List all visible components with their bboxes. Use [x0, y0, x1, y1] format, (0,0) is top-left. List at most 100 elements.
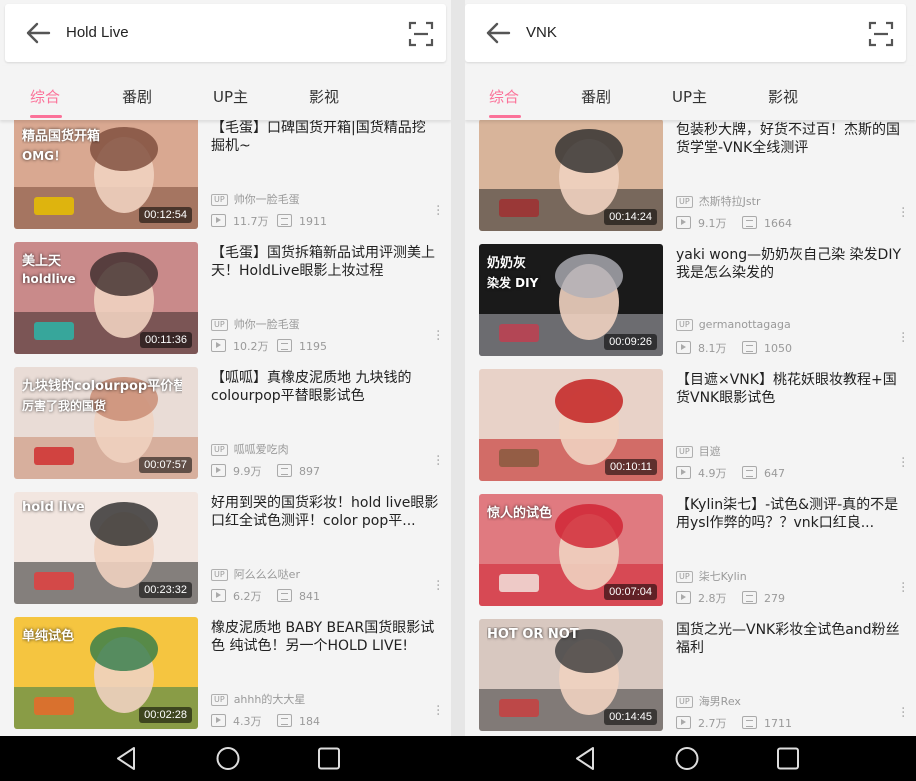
- video-duration: 00:11:36: [139, 332, 192, 348]
- uploader-line[interactable]: UP 帅你一脸毛蛋: [211, 316, 300, 332]
- nav-home-icon[interactable]: [208, 736, 248, 781]
- uploader-name: 呱呱爱吃肉: [233, 443, 289, 456]
- uploader-line[interactable]: UP 阿么么么哒er: [211, 566, 300, 582]
- more-options-icon[interactable]: · · ·: [901, 202, 905, 224]
- video-row[interactable]: 奶奶灰 染发 DIY 00:09:26 yaki wong—奶奶灰自己染 染发DIY我…: [465, 244, 916, 360]
- nav-recents-icon[interactable]: [309, 736, 349, 781]
- video-title[interactable]: 好用到哭的国货彩妆！hold live眼影口红全试色测评！color pop平.…: [211, 494, 439, 530]
- video-row[interactable]: 惊人的试色 00:07:04 【Kylin柒七】-试色&测评-真的不是用ysl作弊的…: [465, 494, 916, 610]
- uploader-line[interactable]: UP 杰斯特拉Jstr: [676, 193, 761, 209]
- tab-bangumi[interactable]: 番剧: [581, 86, 611, 107]
- video-thumbnail[interactable]: 精品国货开箱 OMG！ 00:12:54: [14, 117, 198, 229]
- video-thumbnail[interactable]: hold live 00:23:32: [14, 492, 198, 604]
- uploader-line[interactable]: UP 目遮: [676, 443, 721, 459]
- uploader-line[interactable]: UP ahhh的大大星: [211, 691, 305, 707]
- up-badge: UP: [211, 194, 228, 206]
- search-results-panel-left: 精品国货开箱 OMG！ 00:12:54 【毛蛋】口碑国货开箱|国货精品挖掘机~ UP 帅…: [0, 0, 451, 736]
- back-arrow-icon[interactable]: [25, 21, 51, 45]
- video-thumbnail[interactable]: 九块钱的colourpop平价替代 厉害了我的国货 00:07:57: [14, 367, 198, 479]
- video-row[interactable]: HOT OR NOT 00:14:45 国货之光—VNK彩妆全试色and粉丝福利 UP…: [465, 619, 916, 735]
- more-options-icon[interactable]: · · ·: [901, 452, 905, 474]
- more-options-icon[interactable]: · · ·: [901, 327, 905, 349]
- video-duration: 00:07:04: [604, 584, 657, 600]
- up-badge: UP: [211, 319, 228, 331]
- up-badge: UP: [676, 446, 693, 458]
- danmaku-count: 1664: [764, 217, 792, 230]
- more-options-icon[interactable]: · · ·: [436, 200, 440, 222]
- video-row[interactable]: 精品国货开箱 OMG！ 00:12:54 【毛蛋】口碑国货开箱|国货精品挖掘机~ UP 帅…: [0, 117, 451, 233]
- video-title[interactable]: 包装秒大牌，好货不过百！杰斯的国货学堂-VNK全线测评: [676, 121, 904, 157]
- video-thumbnail[interactable]: 惊人的试色 00:07:04: [479, 494, 663, 606]
- danmaku-count: 1711: [764, 717, 792, 730]
- uploader-name: ahhh的大大星: [233, 693, 306, 706]
- tab-bangumi[interactable]: 番剧: [122, 86, 152, 107]
- up-badge: UP: [211, 444, 228, 456]
- thumbnail-caption: 惊人的试色: [487, 506, 553, 521]
- video-thumbnail[interactable]: 奶奶灰 染发 DIY 00:09:26: [479, 244, 663, 356]
- more-options-icon[interactable]: · · ·: [436, 575, 440, 597]
- search-query[interactable]: VNK: [526, 24, 557, 41]
- video-row[interactable]: 美上天 holdlive 00:11:36 【毛蛋】国货拆箱新品试用评测美上天！Hol…: [0, 242, 451, 358]
- nav-home-icon[interactable]: [667, 736, 707, 781]
- uploader-line[interactable]: UP 呱呱爱吃肉: [211, 441, 289, 457]
- thumbnail-caption: 单纯试色: [22, 629, 75, 644]
- danmaku-icon: [277, 214, 292, 227]
- nav-back-icon[interactable]: [106, 736, 146, 781]
- tab-all[interactable]: 综合: [489, 86, 519, 107]
- up-badge: UP: [676, 319, 693, 331]
- more-options-icon[interactable]: · · ·: [901, 702, 905, 724]
- nav-back-icon[interactable]: [565, 736, 605, 781]
- video-row[interactable]: 00:10:11 【目遮×VNK】桃花妖眼妆教程+国货VNK眼影试色 UP 目遮 4.9…: [465, 369, 916, 485]
- uploader-line[interactable]: UP 海男Rex: [676, 693, 741, 709]
- thumbnail-caption: 美上天: [22, 254, 62, 269]
- video-title[interactable]: 橡皮泥质地 BABY BEAR国货眼影试色 纯试色！另一个HOLD LIVE!: [211, 619, 439, 655]
- video-row[interactable]: hold live 00:23:32 好用到哭的国货彩妆！hold live眼影口红…: [0, 492, 451, 608]
- uploader-name: 帅你一脸毛蛋: [233, 318, 300, 331]
- more-options-icon[interactable]: · · ·: [436, 450, 440, 472]
- video-duration: 00:02:28: [139, 707, 192, 723]
- uploader-name: 帅你一脸毛蛋: [233, 193, 300, 206]
- more-options-icon[interactable]: · · ·: [901, 577, 905, 599]
- video-title[interactable]: 【目遮×VNK】桃花妖眼妆教程+国货VNK眼影试色: [676, 371, 904, 407]
- play-count-icon: [676, 341, 691, 354]
- video-row[interactable]: 单纯试色 00:02:28 橡皮泥质地 BABY BEAR国货眼影试色 纯试色！另一…: [0, 617, 451, 733]
- more-options-icon[interactable]: · · ·: [436, 325, 440, 347]
- danmaku-icon: [742, 591, 757, 604]
- video-stats: 8.1万 1050: [676, 340, 792, 356]
- scan-icon[interactable]: [868, 21, 894, 47]
- tab-movies[interactable]: 影视: [309, 86, 339, 107]
- tab-all[interactable]: 综合: [30, 86, 60, 107]
- up-badge: UP: [211, 694, 228, 706]
- video-thumbnail[interactable]: 00:10:11: [479, 369, 663, 481]
- tab-movies[interactable]: 影视: [768, 86, 798, 107]
- video-title[interactable]: 国货之光—VNK彩妆全试色and粉丝福利: [676, 621, 904, 657]
- play-count-icon: [676, 466, 691, 479]
- nav-recents-icon[interactable]: [768, 736, 808, 781]
- scan-icon[interactable]: [408, 21, 434, 47]
- uploader-line[interactable]: UP 柒七Kylin: [676, 568, 747, 584]
- uploader-line[interactable]: UP 帅你一脸毛蛋: [211, 191, 300, 207]
- danmaku-icon: [742, 716, 757, 729]
- danmaku-icon: [742, 466, 757, 479]
- video-row[interactable]: 00:14:24 包装秒大牌，好货不过百！杰斯的国货学堂-VNK全线测评 UP 杰斯特…: [465, 119, 916, 235]
- video-thumbnail[interactable]: 单纯试色 00:02:28: [14, 617, 198, 729]
- video-stats: 4.9万 647: [676, 465, 785, 481]
- play-count-icon: [211, 464, 226, 477]
- play-count: 4.9万: [698, 467, 727, 480]
- video-title[interactable]: 【Kylin柒七】-试色&测评-真的不是用ysl作弊的吗？？vnk口红良...: [676, 496, 904, 532]
- video-title[interactable]: 【毛蛋】国货拆箱新品试用评测美上天！HoldLive眼影上妆过程: [211, 244, 439, 280]
- video-title[interactable]: 【毛蛋】口碑国货开箱|国货精品挖掘机~: [211, 119, 439, 155]
- more-options-icon[interactable]: · · ·: [436, 700, 440, 722]
- tab-uploader[interactable]: UP主: [672, 86, 707, 107]
- video-thumbnail[interactable]: 00:14:24: [479, 119, 663, 231]
- tab-uploader[interactable]: UP主: [213, 86, 248, 107]
- uploader-line[interactable]: UP germanottagaga: [676, 318, 791, 331]
- video-title[interactable]: 【呱呱】真橡皮泥质地 九块钱的colourpop平替眼影试色: [211, 369, 439, 405]
- video-thumbnail[interactable]: 美上天 holdlive 00:11:36: [14, 242, 198, 354]
- video-title[interactable]: yaki wong—奶奶灰自己染 染发DIY我是怎么染发的: [676, 246, 904, 282]
- back-arrow-icon[interactable]: [485, 21, 511, 45]
- danmaku-count: 841: [299, 590, 320, 603]
- search-query[interactable]: Hold Live: [66, 24, 129, 41]
- video-thumbnail[interactable]: HOT OR NOT 00:14:45: [479, 619, 663, 731]
- video-row[interactable]: 九块钱的colourpop平价替代 厉害了我的国货 00:07:57 【呱呱】真橡皮泥…: [0, 367, 451, 483]
